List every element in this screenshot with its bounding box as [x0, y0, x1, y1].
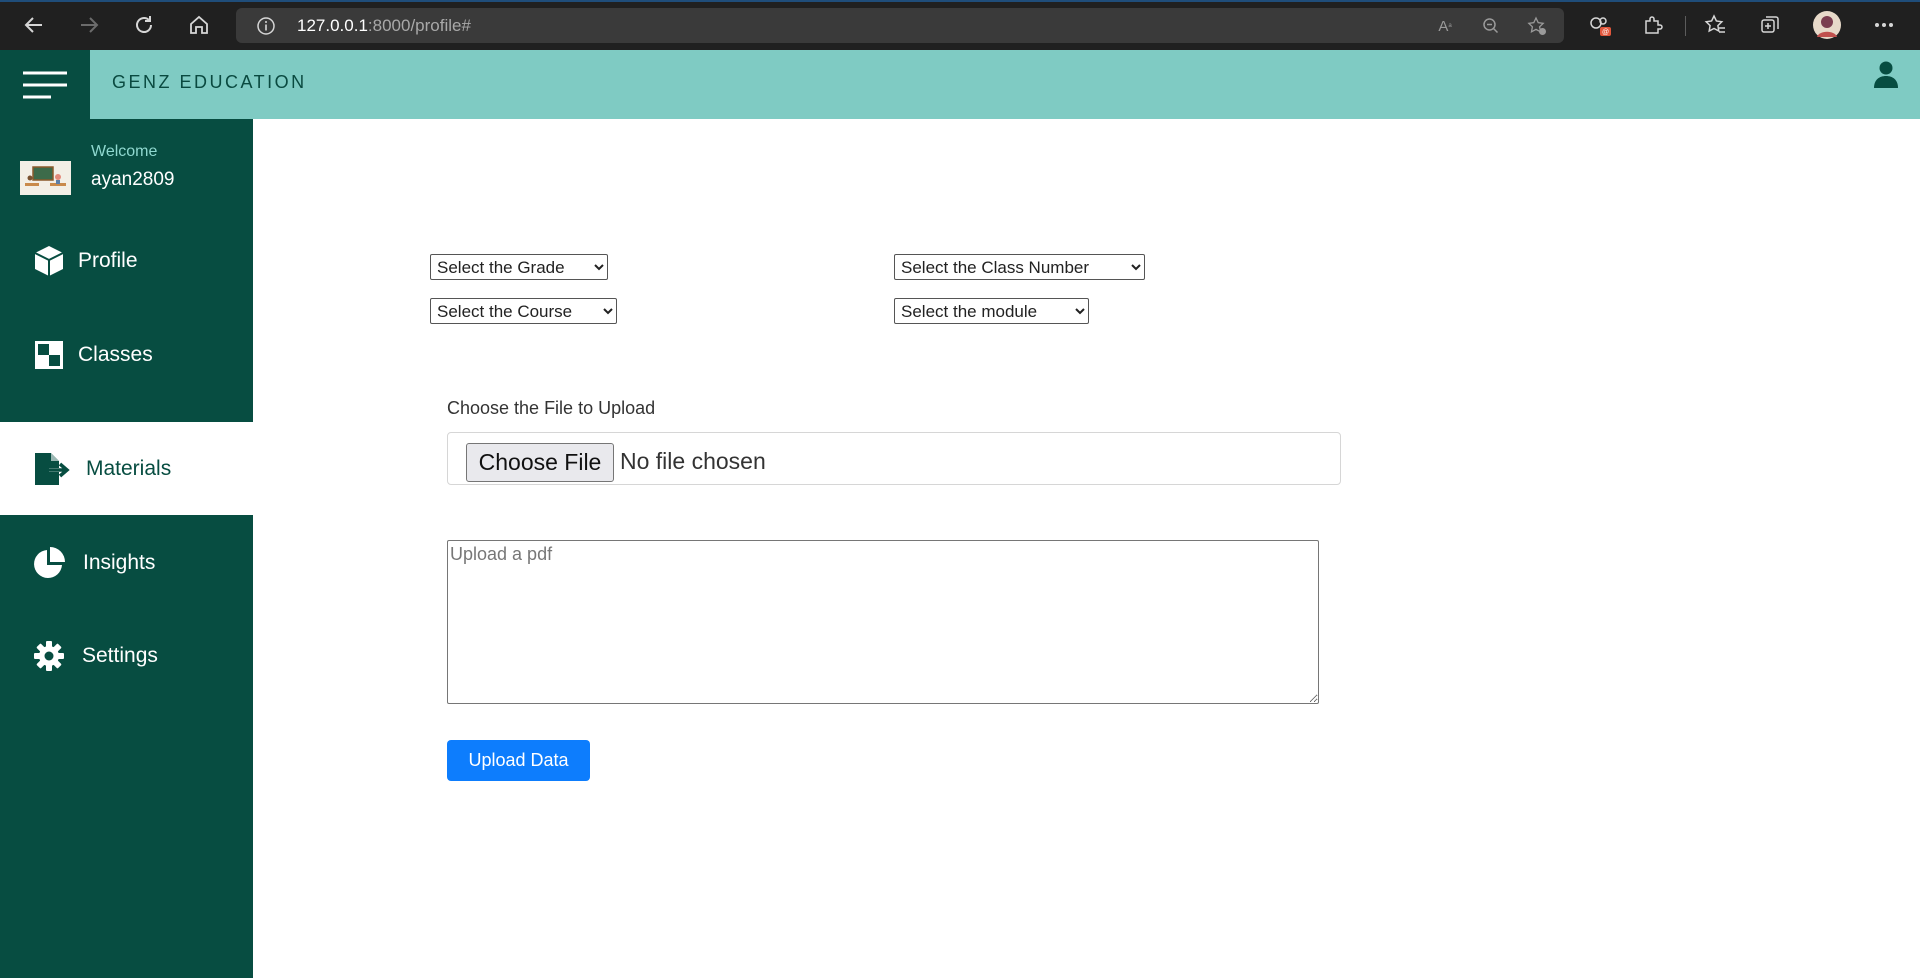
sidebar: Welcome ayan2809 Profile Classes Materia… [0, 119, 253, 978]
refresh-button[interactable] [126, 8, 162, 42]
sidebar-item-materials[interactable]: Materials [0, 422, 253, 515]
sidebar-item-insights[interactable]: Insights [0, 516, 253, 609]
toolbar-separator [1685, 16, 1686, 36]
gear-icon [32, 639, 66, 673]
url-host: 127.0.0.1 [297, 16, 368, 35]
sidebar-item-classes[interactable]: Classes [0, 308, 253, 401]
sidebar-item-profile[interactable]: Profile [0, 214, 253, 307]
hamburger-icon [23, 71, 67, 98]
extensions-puzzle-icon[interactable] [1638, 10, 1668, 40]
sidebar-item-label: Settings [82, 643, 158, 667]
more-options-icon[interactable] [1869, 10, 1899, 40]
module-select[interactable]: Select the module [894, 298, 1089, 324]
home-icon [190, 15, 208, 34]
pie-chart-icon [32, 546, 66, 580]
url-path: :8000/profile# [367, 16, 471, 35]
read-aloud-icon[interactable]: Aᵃ [1434, 16, 1456, 36]
no-file-text: No file chosen [620, 448, 766, 474]
sidebar-item-label: Classes [78, 342, 153, 366]
extension-icon[interactable]: @ [1585, 10, 1615, 40]
collections-icon[interactable] [1755, 10, 1785, 40]
menu-toggle-button[interactable] [0, 50, 90, 119]
forward-button[interactable] [71, 8, 107, 42]
class-number-select[interactable]: Select the Class Number [894, 254, 1145, 280]
choose-file-button[interactable]: Choose File [466, 443, 614, 482]
zoom-out-icon[interactable] [1480, 16, 1502, 36]
sidebar-item-label: Profile [78, 248, 138, 272]
browser-toolbar: 127.0.0.1:8000/profile# Aᵃ @ [0, 0, 1920, 50]
address-bar[interactable]: 127.0.0.1:8000/profile# Aᵃ [236, 8, 1564, 43]
back-button[interactable] [16, 8, 52, 42]
file-export-icon [32, 452, 72, 486]
course-select[interactable]: Select the Course [430, 298, 617, 324]
url-text: 127.0.0.1:8000/profile# [297, 16, 471, 36]
app-header: GENZ EDUCATION [0, 50, 1920, 119]
file-upload-label: Choose the File to Upload [447, 398, 656, 418]
sidebar-item-settings[interactable]: Settings [0, 609, 253, 702]
home-button[interactable] [181, 8, 217, 42]
welcome-label: Welcome [91, 143, 158, 160]
svg-text:@: @ [1602, 29, 1609, 36]
arrow-right-icon [81, 17, 99, 33]
favorites-icon[interactable] [1700, 10, 1730, 40]
refresh-icon [136, 16, 152, 33]
grade-select[interactable]: Select the Grade [430, 254, 608, 280]
file-input[interactable]: Choose File No file chosen [447, 432, 1341, 485]
brand-title: GENZ EDUCATION [112, 72, 307, 92]
loading-indicator [0, 0, 1920, 2]
cube-icon [32, 244, 66, 278]
sidebar-item-label: Insights [83, 550, 156, 574]
arrow-left-icon [24, 17, 42, 33]
classroom-image [20, 161, 71, 195]
site-info-icon[interactable] [256, 16, 276, 41]
user-account-icon[interactable] [1871, 60, 1901, 90]
add-favorite-icon[interactable] [1526, 16, 1548, 36]
upload-data-button[interactable]: Upload Data [447, 740, 590, 781]
pdf-textarea[interactable] [447, 540, 1319, 704]
sidebar-item-label: Materials [86, 456, 172, 480]
profile-avatar-icon[interactable] [1812, 10, 1842, 40]
grid-icon [32, 338, 66, 372]
username-label: ayan2809 [91, 169, 175, 190]
